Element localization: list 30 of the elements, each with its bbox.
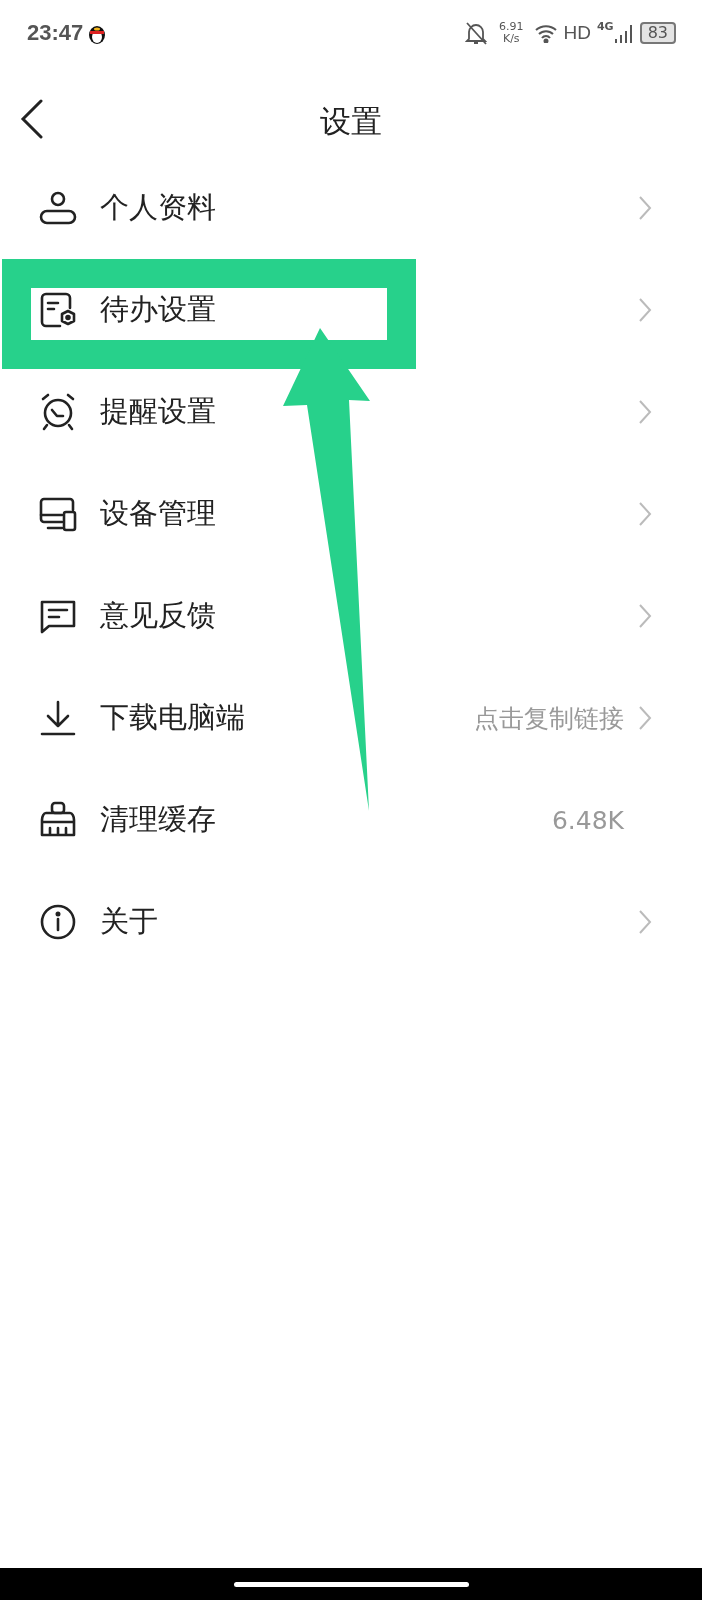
chevron-right-icon bbox=[638, 501, 652, 527]
clock-time: 23:47 bbox=[27, 19, 84, 46]
item-label: 下载电脑端 bbox=[100, 699, 246, 736]
chevron-right-icon bbox=[638, 603, 652, 629]
chevron-right-icon bbox=[638, 705, 652, 731]
cellular-type: 4G bbox=[596, 20, 614, 33]
item-label: 清理缓存 bbox=[100, 801, 217, 838]
back-icon[interactable] bbox=[20, 99, 44, 139]
item-label: 设备管理 bbox=[100, 495, 217, 532]
bell-muted-icon bbox=[465, 20, 487, 45]
network-type: HD bbox=[563, 21, 591, 44]
battery-level: 83 bbox=[639, 21, 676, 44]
speed-unit: K/s bbox=[502, 32, 520, 45]
item-label: 个人资料 bbox=[100, 189, 217, 226]
item-value: 6.48K bbox=[551, 805, 624, 835]
network-speed: 6.91 bbox=[499, 20, 524, 33]
signal-icon bbox=[613, 22, 632, 43]
item-label: 待办设置 bbox=[100, 291, 217, 328]
chevron-right-icon bbox=[638, 297, 652, 323]
item-label: 提醒设置 bbox=[100, 393, 217, 430]
download-icon bbox=[38, 698, 78, 738]
page-title: 设置 bbox=[320, 102, 382, 141]
info-icon bbox=[38, 902, 78, 942]
chevron-right-icon bbox=[638, 399, 652, 425]
document-gear-icon bbox=[38, 290, 78, 330]
chevron-right-icon bbox=[638, 909, 652, 935]
item-label: 意见反馈 bbox=[100, 597, 217, 634]
chevron-right-icon bbox=[638, 195, 652, 221]
item-value: 点击复制链接 bbox=[474, 702, 624, 735]
item-label: 关于 bbox=[100, 903, 159, 940]
